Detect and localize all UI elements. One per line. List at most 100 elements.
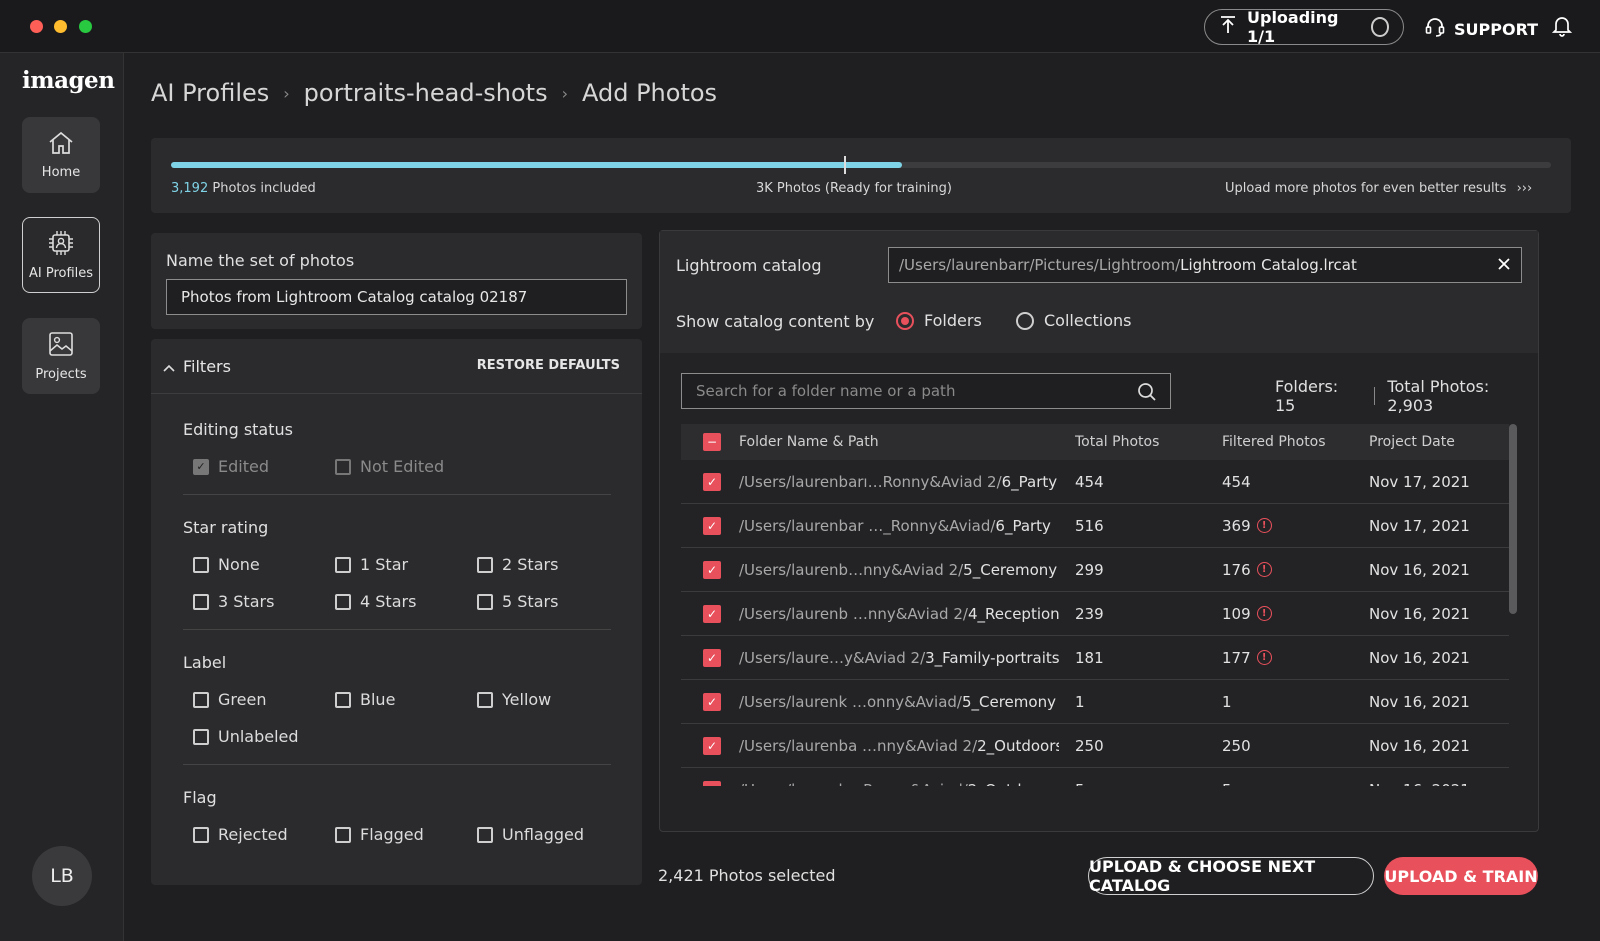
table-row[interactable]: ✓ /Users/laurenb…Ronny&Aviad/2_Outdoors 5 5… <box>681 768 1509 786</box>
table-row[interactable]: ✓ /Users/laure…y&Aviad 2/3_Family-portrai… <box>681 636 1509 680</box>
label-yellow-checkbox[interactable]: Yellow <box>477 690 551 709</box>
project-date: Nov 16, 2021 <box>1369 604 1470 623</box>
breadcrumb-profile[interactable]: portraits-head-shots <box>304 79 548 107</box>
check-icon: ✓ <box>703 472 721 491</box>
checkbox-box <box>193 593 209 610</box>
col-folder-name[interactable]: Folder Name & Path <box>739 424 879 460</box>
folder-path-prefix: /Users/laurenb…nny&Aviad 2/ <box>739 560 964 579</box>
select-all-checkbox[interactable]: − <box>703 424 721 460</box>
table-row[interactable]: ✓ /Users/laurenk …onny&Aviad/5_Ceremony 1 1… <box>681 680 1509 724</box>
folder-path-prefix: /Users/laure…y&Aviad 2/ <box>739 648 926 667</box>
table-row[interactable]: ✓ /Users/laurenb …nny&Aviad 2/4_Reception… <box>681 592 1509 636</box>
divider <box>183 764 611 765</box>
sidebar-item-projects[interactable]: Projects <box>22 318 100 394</box>
star-1-checkbox[interactable]: 1 Star <box>335 555 408 574</box>
checkbox-label: Unlabeled <box>218 727 299 746</box>
sidebar-item-ai-profiles[interactable]: AI Profiles <box>22 217 100 293</box>
folder-name: 4_Reception <box>967 604 1059 623</box>
folder-path: /Users/laurenb …nny&Aviad 2/4_Reception <box>739 592 1059 635</box>
flag-flagged-checkbox[interactable]: Flagged <box>335 825 424 844</box>
star-3-checkbox[interactable]: 3 Stars <box>193 592 274 611</box>
label-blue-checkbox[interactable]: Blue <box>335 690 395 709</box>
folder-name: 5_Ceremony <box>961 692 1056 711</box>
folder-search-input[interactable]: Search for a folder name or a path <box>681 373 1171 409</box>
sidebar-item-home[interactable]: Home <box>22 117 100 193</box>
flag-unflagged-checkbox[interactable]: Unflagged <box>477 825 584 844</box>
upload-more-hint[interactable]: Upload more photos for even better resul… <box>1225 181 1532 196</box>
filters-panel: Filters RESTORE DEFAULTS Editing status … <box>151 339 642 885</box>
star-none-checkbox[interactable]: None <box>193 555 260 574</box>
restore-defaults-button[interactable]: RESTORE DEFAULTS <box>477 358 620 373</box>
filtered-photos-value: 177 <box>1222 648 1251 667</box>
app-window: Uploading 1/1 SUPPORT imagen Home AI Pro… <box>0 0 1600 941</box>
search-icon[interactable] <box>1137 382 1157 406</box>
star-2-checkbox[interactable]: 2 Stars <box>477 555 558 574</box>
checkbox-box <box>193 728 209 745</box>
sidebar-item-label: Projects <box>35 367 87 382</box>
row-checkbox[interactable]: ✓ <box>703 636 721 679</box>
close-window-button[interactable] <box>30 20 43 33</box>
label-green-checkbox[interactable]: Green <box>193 690 266 709</box>
table-row[interactable]: ✓ /Users/laurenba …nny&Aviad 2/2_Outdoors… <box>681 724 1509 768</box>
catalog-settings: Lightroom catalog /Users/laurenbarr/Pict… <box>660 231 1538 353</box>
check-icon: ✓ <box>703 516 721 535</box>
table-row[interactable]: ✓ /Users/laurenbar …_Ronny&Aviad/6_Party 5… <box>681 504 1509 548</box>
project-date: Nov 17, 2021 <box>1369 516 1470 535</box>
flag-rejected-checkbox[interactable]: Rejected <box>193 825 288 844</box>
upload-train-button[interactable]: UPLOAD & TRAIN <box>1384 857 1538 895</box>
sidebar-item-label: Home <box>41 165 81 180</box>
breadcrumb-ai-profiles[interactable]: AI Profiles <box>151 79 269 107</box>
show-by-label: Show catalog content by <box>676 312 875 331</box>
row-checkbox[interactable]: ✓ <box>703 768 721 786</box>
not-edited-checkbox[interactable]: Not Edited <box>335 457 444 476</box>
collections-radio[interactable]: Collections <box>1016 311 1131 330</box>
total-photos: 5 <box>1075 768 1085 787</box>
label-unlabeled-checkbox[interactable]: Unlabeled <box>193 727 299 746</box>
photos-included-count: 3,192 <box>171 181 209 196</box>
flag-title: Flag <box>183 788 217 807</box>
row-checkbox[interactable]: ✓ <box>703 724 721 767</box>
col-total-photos[interactable]: Total Photos <box>1075 424 1159 460</box>
star-5-checkbox[interactable]: 5 Stars <box>477 592 558 611</box>
divider <box>183 494 611 495</box>
edited-checkbox[interactable]: ✓ Edited <box>193 457 269 476</box>
project-date: Nov 17, 2021 <box>1369 472 1470 491</box>
row-checkbox[interactable]: ✓ <box>703 548 721 591</box>
folder-path-prefix: /Users/laurenbar …_Ronny&Aviad/ <box>739 516 996 535</box>
col-project-date[interactable]: Project Date <box>1369 424 1455 460</box>
table-scrollbar[interactable] <box>1509 424 1517 614</box>
filtered-photos-value: 1 <box>1222 692 1232 711</box>
row-checkbox[interactable]: ✓ <box>703 504 721 547</box>
upload-next-catalog-button[interactable]: UPLOAD & CHOOSE NEXT CATALOG <box>1088 857 1374 895</box>
user-avatar[interactable]: LB <box>32 846 92 906</box>
project-date: Nov 16, 2021 <box>1369 648 1470 667</box>
folders-radio[interactable]: Folders <box>896 311 982 330</box>
ai-chip-icon <box>47 229 75 261</box>
support-button[interactable]: SUPPORT <box>1424 16 1538 42</box>
table-row[interactable]: ✓ /Users/laurenb…nny&Aviad 2/5_Ceremony 29… <box>681 548 1509 592</box>
total-photos: 250 <box>1075 736 1104 755</box>
bell-icon[interactable] <box>1551 15 1573 41</box>
warning-icon: ! <box>1256 606 1272 621</box>
radio-selected-icon <box>896 311 914 330</box>
folder-path: /Users/laure…y&Aviad 2/3_Family-portrait… <box>739 636 1059 679</box>
name-set-input[interactable]: Photos from Lightroom Catalog catalog 02… <box>166 279 627 315</box>
row-checkbox[interactable]: ✓ <box>703 680 721 723</box>
col-filtered-photos[interactable]: Filtered Photos <box>1222 424 1326 460</box>
sidebar-item-label: AI Profiles <box>28 266 94 281</box>
close-icon[interactable] <box>1497 257 1511 275</box>
catalog-path-field[interactable]: /Users/laurenbarr/Pictures/Lightroom/Lig… <box>888 247 1522 283</box>
star-4-checkbox[interactable]: 4 Stars <box>335 592 416 611</box>
triple-chevron-icon: ››› <box>1516 181 1533 196</box>
table-row[interactable]: ✓ /Users/laurenbarı…Ronny&Aviad 2/6_Party… <box>681 460 1509 504</box>
folder-name: 6_Party <box>1001 472 1058 491</box>
imagen-logo: imagen <box>22 67 115 94</box>
breadcrumb: AI Profiles › portraits-head-shots › Add… <box>151 79 717 107</box>
minimize-window-button[interactable] <box>54 20 67 33</box>
checkbox-box <box>477 691 493 708</box>
filters-toggle[interactable]: Filters <box>163 357 231 376</box>
row-checkbox[interactable]: ✓ <box>703 460 721 503</box>
upload-status-button[interactable]: Uploading 1/1 <box>1204 8 1404 46</box>
row-checkbox[interactable]: ✓ <box>703 592 721 635</box>
zoom-window-button[interactable] <box>79 20 92 33</box>
